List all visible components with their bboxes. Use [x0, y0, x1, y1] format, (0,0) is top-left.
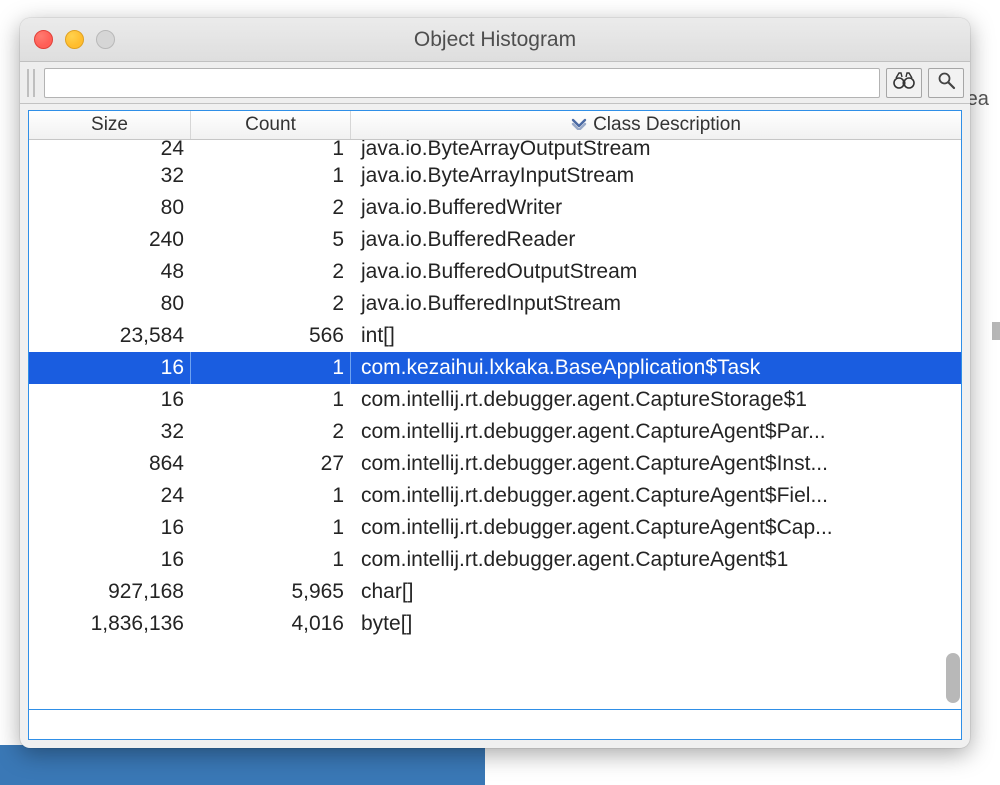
- cell-description: com.intellij.rt.debugger.agent.CaptureSt…: [351, 384, 961, 416]
- cell-description: java.io.BufferedReader: [351, 224, 961, 256]
- table-row[interactable]: 241com.intellij.rt.debugger.agent.Captur…: [29, 480, 961, 512]
- cell-description: int[]: [351, 320, 961, 352]
- cell-description: java.io.BufferedWriter: [351, 192, 961, 224]
- table-row[interactable]: 161com.intellij.rt.debugger.agent.Captur…: [29, 544, 961, 576]
- table-footer-gap: [29, 709, 961, 739]
- cell-description: com.intellij.rt.debugger.agent.CaptureAg…: [351, 544, 961, 576]
- cell-count: 4,016: [191, 608, 351, 640]
- histogram-table: Size Count Class Description 241jav: [28, 110, 962, 740]
- cell-count: 1: [191, 352, 351, 384]
- search-button[interactable]: [928, 68, 964, 98]
- maximize-button[interactable]: [96, 30, 115, 49]
- cell-description: java.io.BufferedOutputStream: [351, 256, 961, 288]
- cell-description: java.io.ByteArrayInputStream: [351, 160, 961, 192]
- cell-size: 16: [29, 352, 191, 384]
- cell-size: 24: [29, 140, 191, 160]
- cell-description: byte[]: [351, 608, 961, 640]
- cell-description: java.io.BufferedInputStream: [351, 288, 961, 320]
- table-row[interactable]: 161com.intellij.rt.debugger.agent.Captur…: [29, 384, 961, 416]
- bg-decor-right: [992, 322, 1000, 340]
- cell-description: char[]: [351, 576, 961, 608]
- content-area: Size Count Class Description 241jav: [20, 104, 970, 748]
- cell-count: 2: [191, 256, 351, 288]
- cell-count: 2: [191, 288, 351, 320]
- cell-count: 1: [191, 140, 351, 160]
- sort-icon: [571, 114, 587, 136]
- magnifier-icon: [936, 70, 956, 96]
- column-count[interactable]: Count: [191, 111, 351, 139]
- column-size-label: Size: [91, 114, 128, 136]
- cell-size: 80: [29, 192, 191, 224]
- cell-size: 80: [29, 288, 191, 320]
- cell-size: 16: [29, 384, 191, 416]
- cell-count: 1: [191, 160, 351, 192]
- cell-count: 1: [191, 512, 351, 544]
- cell-count: 1: [191, 384, 351, 416]
- cell-size: 927,168: [29, 576, 191, 608]
- table-row[interactable]: 2405java.io.BufferedReader: [29, 224, 961, 256]
- table-row[interactable]: 241java.io.ByteArrayOutputStream: [29, 140, 961, 160]
- cell-size: 16: [29, 544, 191, 576]
- cell-size: 16: [29, 512, 191, 544]
- table-row[interactable]: 321java.io.ByteArrayInputStream: [29, 160, 961, 192]
- close-button[interactable]: [34, 30, 53, 49]
- binoculars-button[interactable]: [886, 68, 922, 98]
- table-row[interactable]: 802java.io.BufferedInputStream: [29, 288, 961, 320]
- traffic-lights: [34, 30, 115, 49]
- cell-size: 32: [29, 160, 191, 192]
- cell-count: 5: [191, 224, 351, 256]
- cell-description: com.intellij.rt.debugger.agent.CaptureAg…: [351, 416, 961, 448]
- table-row[interactable]: 161com.intellij.rt.debugger.agent.Captur…: [29, 512, 961, 544]
- table-row[interactable]: 482java.io.BufferedOutputStream: [29, 256, 961, 288]
- column-count-label: Count: [245, 114, 296, 136]
- cell-size: 1,836,136: [29, 608, 191, 640]
- bg-decor-bottom: [0, 745, 485, 785]
- cell-count: 1: [191, 544, 351, 576]
- table-row[interactable]: 1,836,1364,016byte[]: [29, 608, 961, 640]
- table-body[interactable]: 241java.io.ByteArrayOutputStream321java.…: [29, 140, 961, 709]
- cell-size: 48: [29, 256, 191, 288]
- cell-count: 27: [191, 448, 351, 480]
- cell-description: com.intellij.rt.debugger.agent.CaptureAg…: [351, 448, 961, 480]
- table-row[interactable]: 322com.intellij.rt.debugger.agent.Captur…: [29, 416, 961, 448]
- cell-size: 23,584: [29, 320, 191, 352]
- cell-count: 1: [191, 480, 351, 512]
- cell-size: 240: [29, 224, 191, 256]
- table-row[interactable]: 86427com.intellij.rt.debugger.agent.Capt…: [29, 448, 961, 480]
- object-histogram-window: Object Histogram: [20, 18, 970, 748]
- table-header: Size Count Class Description: [29, 111, 961, 140]
- toolbar-grip-icon: [24, 69, 38, 97]
- cell-count: 2: [191, 192, 351, 224]
- column-size[interactable]: Size: [29, 111, 191, 139]
- window-title: Object Histogram: [20, 28, 970, 52]
- minimize-button[interactable]: [65, 30, 84, 49]
- table-row[interactable]: 802java.io.BufferedWriter: [29, 192, 961, 224]
- column-desc-label: Class Description: [593, 114, 741, 136]
- scrollbar-thumb[interactable]: [946, 653, 960, 703]
- cell-size: 24: [29, 480, 191, 512]
- cell-size: 864: [29, 448, 191, 480]
- titlebar[interactable]: Object Histogram: [20, 18, 970, 62]
- binoculars-icon: [893, 71, 915, 95]
- cell-description: com.kezaihui.lxkaka.BaseApplication$Task: [351, 352, 961, 384]
- cell-description: com.intellij.rt.debugger.agent.CaptureAg…: [351, 480, 961, 512]
- cell-count: 566: [191, 320, 351, 352]
- table-row[interactable]: 23,584566int[]: [29, 320, 961, 352]
- cell-description: java.io.ByteArrayOutputStream: [351, 140, 961, 160]
- cell-description: com.intellij.rt.debugger.agent.CaptureAg…: [351, 512, 961, 544]
- cell-count: 5,965: [191, 576, 351, 608]
- column-class-description[interactable]: Class Description: [351, 111, 961, 139]
- search-input[interactable]: [44, 68, 880, 98]
- cell-size: 32: [29, 416, 191, 448]
- toolbar: [20, 62, 970, 104]
- table-row[interactable]: 161com.kezaihui.lxkaka.BaseApplication$T…: [29, 352, 961, 384]
- cell-count: 2: [191, 416, 351, 448]
- table-row[interactable]: 927,1685,965char[]: [29, 576, 961, 608]
